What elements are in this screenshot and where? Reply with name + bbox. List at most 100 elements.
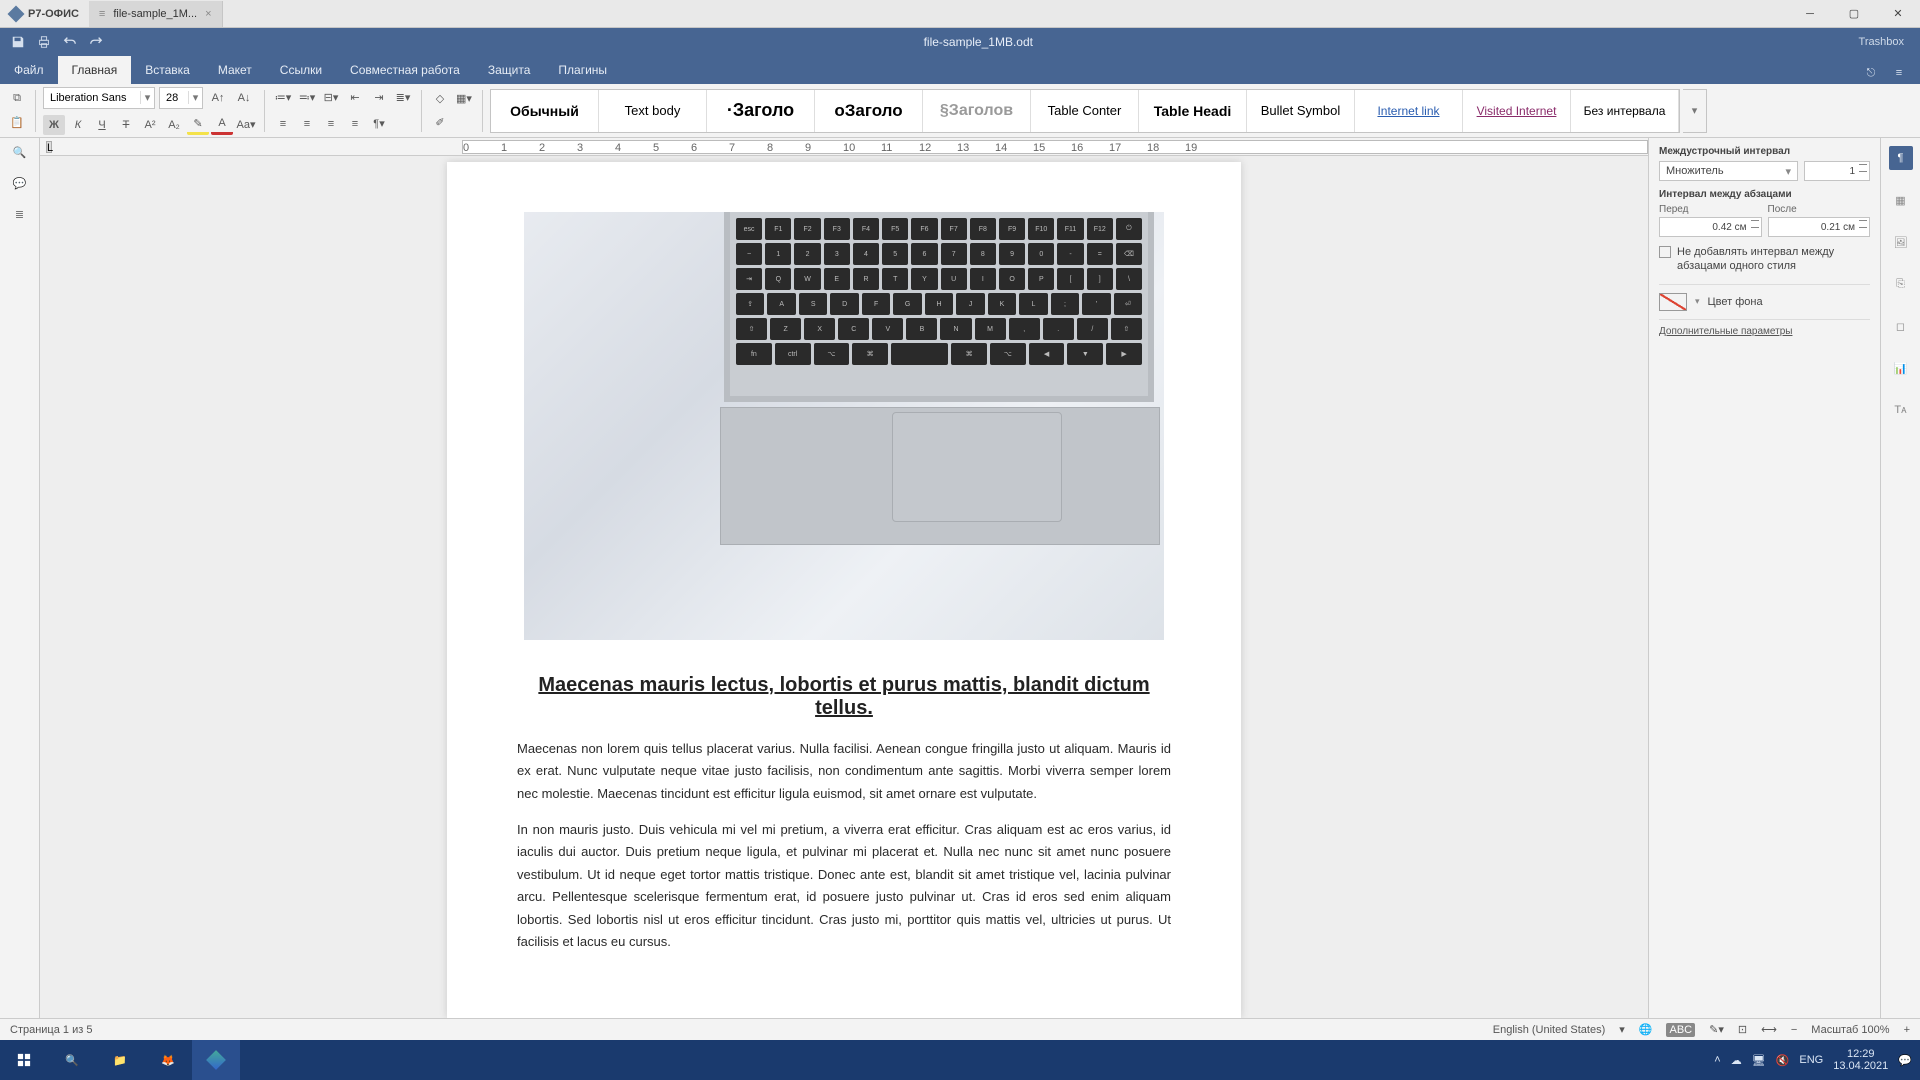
header-tab-icon[interactable]: ⎘ [1889, 272, 1913, 296]
copy-style-button[interactable]: ✐ [429, 113, 451, 133]
undo-icon[interactable] [58, 30, 82, 54]
increase-indent-button[interactable]: ⇥ [368, 88, 390, 108]
font-color-button[interactable]: A [211, 115, 233, 135]
menu-главная[interactable]: Главная [58, 56, 132, 84]
print-icon[interactable] [32, 30, 56, 54]
line-spacing-button[interactable]: ≣▾ [392, 88, 414, 108]
strike-button[interactable]: Т [115, 115, 137, 135]
zoom-in-button[interactable]: + [1904, 1024, 1910, 1036]
increase-size-icon[interactable]: A↑ [207, 88, 229, 108]
minimize-button[interactable]: ─ [1788, 0, 1832, 28]
table-tab-icon[interactable]: ▦ [1889, 188, 1913, 212]
style-option[interactable]: §Заголов [923, 90, 1031, 132]
decrease-size-icon[interactable]: A↓ [233, 88, 255, 108]
style-option[interactable]: Text body [599, 90, 707, 132]
align-center-button[interactable]: ≡ [296, 114, 318, 134]
paragraph-tab-icon[interactable]: ¶ [1889, 146, 1913, 170]
tray-up-icon[interactable]: ˄ [1714, 1054, 1720, 1066]
superscript-button[interactable]: A² [139, 115, 161, 135]
style-gallery[interactable]: ОбычныйText body·ЗаголооЗаголо§ЗаголовTa… [490, 89, 1680, 133]
tray-notifications-icon[interactable]: 💬 [1898, 1054, 1912, 1067]
style-option[interactable]: ·Заголо [707, 90, 815, 132]
tray-volume-icon[interactable]: 🔇 [1776, 1054, 1790, 1067]
zoom-out-button[interactable]: − [1791, 1024, 1797, 1036]
close-button[interactable]: ✕ [1876, 0, 1920, 28]
style-gallery-more[interactable]: ▾ [1683, 89, 1707, 133]
taskbar-search-icon[interactable]: 🔍 [48, 1040, 96, 1080]
style-option[interactable]: оЗаголо [815, 90, 923, 132]
fit-width-icon[interactable]: ⟷ [1761, 1023, 1777, 1036]
spacing-before[interactable]: 0.42 см [1659, 217, 1762, 237]
tray-lang[interactable]: ENG [1799, 1054, 1823, 1066]
open-location-icon[interactable]: ⎋ [1860, 62, 1882, 84]
style-option[interactable]: Visited Internet [1463, 90, 1571, 132]
save-icon[interactable] [6, 30, 30, 54]
advanced-link[interactable]: Дополнительные параметры [1659, 326, 1870, 337]
search-icon[interactable]: 🔍 [13, 146, 27, 159]
bold-button[interactable]: Ж [43, 115, 65, 135]
style-option[interactable]: Internet link [1355, 90, 1463, 132]
taskbar-firefox-icon[interactable]: 🦊 [144, 1040, 192, 1080]
style-option[interactable]: Table Headi [1139, 90, 1247, 132]
fit-page-icon[interactable]: ⊡ [1738, 1023, 1747, 1036]
track-changes-icon[interactable]: ✎▾ [1709, 1023, 1724, 1036]
style-option[interactable]: Table Conter [1031, 90, 1139, 132]
taskbar-explorer-icon[interactable]: 📁 [96, 1040, 144, 1080]
headings-icon[interactable]: ≣ [15, 208, 24, 221]
menu-плагины[interactable]: Плагины [544, 56, 621, 84]
menu-ссылки[interactable]: Ссылки [266, 56, 336, 84]
style-option[interactable]: Обычный [491, 90, 599, 132]
underline-button[interactable]: Ч [91, 115, 113, 135]
comments-icon[interactable]: 💬 [13, 177, 27, 190]
line-height-value[interactable]: 1 [1804, 161, 1870, 181]
menu-вставка[interactable]: Вставка [131, 56, 204, 84]
redo-icon[interactable] [84, 30, 108, 54]
align-justify-button[interactable]: ≡ [344, 114, 366, 134]
line-height-mode[interactable]: Множитель▾ [1659, 161, 1798, 181]
style-option[interactable]: Без интервала [1571, 90, 1679, 132]
spacing-after[interactable]: 0.21 см [1768, 217, 1871, 237]
textart-tab-icon[interactable]: Tᴀ [1889, 398, 1913, 422]
number-list-button[interactable]: ≕▾ [296, 88, 318, 108]
align-left-button[interactable]: ≡ [272, 114, 294, 134]
close-tab-icon[interactable]: × [205, 8, 211, 20]
spellcheck-icon[interactable]: 🌐 [1639, 1023, 1653, 1036]
tray-monitor-icon[interactable]: 🖥 [1752, 1054, 1766, 1067]
paste-icon[interactable]: 📋 [6, 113, 28, 133]
no-spacing-checkbox[interactable]: Не добавлять интервал между абзацами одн… [1659, 245, 1870, 274]
italic-button[interactable]: К [67, 115, 89, 135]
subscript-button[interactable]: A₂ [163, 115, 185, 135]
highlight-color-button[interactable]: ✎ [187, 115, 209, 135]
start-button[interactable] [0, 1040, 48, 1080]
multilevel-list-button[interactable]: ⊟▾ [320, 88, 342, 108]
maximize-button[interactable]: ▢ [1832, 0, 1876, 28]
decrease-indent-button[interactable]: ⇤ [344, 88, 366, 108]
font-size-select[interactable]: ▾ [159, 87, 203, 109]
chart-tab-icon[interactable]: 📊 [1889, 356, 1913, 380]
style-option[interactable]: Bullet Symbol [1247, 90, 1355, 132]
bullet-list-button[interactable]: ≔▾ [272, 88, 294, 108]
menu-файл[interactable]: Файл [0, 56, 58, 84]
shape-tab-icon[interactable]: ◻ [1889, 314, 1913, 338]
menu-макет[interactable]: Макет [204, 56, 266, 84]
document-tab[interactable]: ≡file-sample_1M... × [89, 1, 223, 27]
background-color-button[interactable] [1659, 293, 1687, 311]
shading-button[interactable]: ▦▾ [453, 89, 475, 109]
taskbar-r7-icon[interactable] [192, 1040, 240, 1080]
copy-icon[interactable]: ⧉ [6, 89, 28, 109]
align-right-button[interactable]: ≡ [320, 114, 342, 134]
change-case-button[interactable]: Aa▾ [235, 115, 257, 135]
tray-cloud-icon[interactable]: ☁ [1731, 1054, 1742, 1067]
image-tab-icon[interactable]: 🖼 [1889, 230, 1913, 254]
clear-style-button[interactable]: ◇ [429, 89, 451, 109]
tab-stop-button[interactable]: L [46, 141, 52, 153]
zoom-label[interactable]: Масштаб 100% [1811, 1024, 1889, 1036]
doc-language[interactable]: English (United States) [1493, 1024, 1606, 1036]
menu-совместная работа[interactable]: Совместная работа [336, 56, 474, 84]
tray-clock[interactable]: 12:2913.04.2021 [1833, 1048, 1888, 1072]
menu-защита[interactable]: Защита [474, 56, 545, 84]
menu-options-icon[interactable]: ≡ [1888, 62, 1910, 84]
font-family-select[interactable]: ▾ [43, 87, 155, 109]
nonprinting-button[interactable]: ¶▾ [368, 114, 390, 134]
horizontal-ruler[interactable]: 012345678910111213141516171819 [462, 140, 1648, 154]
